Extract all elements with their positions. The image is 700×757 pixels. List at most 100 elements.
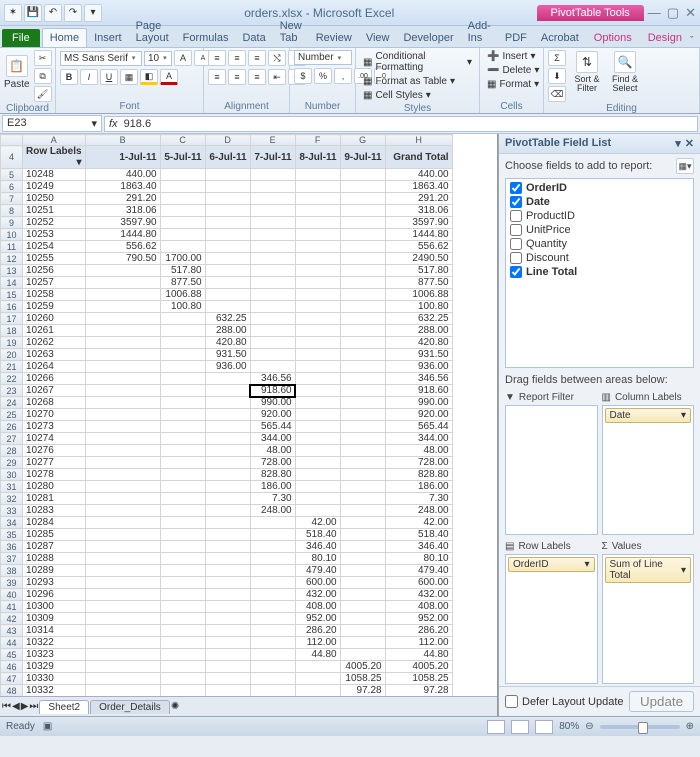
sheet-tab-active[interactable]: Sheet2 <box>39 700 89 714</box>
cell[interactable]: 936.00 <box>205 361 250 373</box>
cell[interactable] <box>160 505 205 517</box>
cell[interactable]: 728.00 <box>385 457 452 469</box>
cell[interactable]: 556.62 <box>85 241 160 253</box>
cell[interactable]: 517.80 <box>160 265 205 277</box>
row-header[interactable]: 11 <box>1 241 23 253</box>
row-header[interactable]: 8 <box>1 205 23 217</box>
cell[interactable]: 10280 <box>23 481 86 493</box>
minimize-button[interactable]: — <box>648 5 661 21</box>
cell[interactable]: 10289 <box>23 565 86 577</box>
cell[interactable] <box>250 637 295 649</box>
cell[interactable] <box>340 277 385 289</box>
cell[interactable] <box>205 289 250 301</box>
cell-styles-button[interactable]: ▦Cell Styles▾ <box>360 89 434 102</box>
cell[interactable]: 600.00 <box>385 577 452 589</box>
cell[interactable]: 420.80 <box>385 337 452 349</box>
cell[interactable] <box>295 181 340 193</box>
cell[interactable] <box>160 457 205 469</box>
cell[interactable] <box>85 517 160 529</box>
cell[interactable] <box>160 517 205 529</box>
percent-icon[interactable]: % <box>314 68 332 84</box>
cell[interactable]: 318.06 <box>85 205 160 217</box>
row-header[interactable]: 42 <box>1 613 23 625</box>
cell[interactable]: 10254 <box>23 241 86 253</box>
view-normal-icon[interactable] <box>487 720 505 734</box>
cell[interactable]: 344.00 <box>250 433 295 445</box>
cell[interactable] <box>205 205 250 217</box>
area-column-labels[interactable]: Date▾ <box>602 405 695 535</box>
cell[interactable] <box>340 517 385 529</box>
cell[interactable] <box>160 397 205 409</box>
cell[interactable]: 97.28 <box>340 685 385 697</box>
cell[interactable] <box>250 313 295 325</box>
cell[interactable]: 10252 <box>23 217 86 229</box>
cell[interactable] <box>250 265 295 277</box>
cell[interactable] <box>205 265 250 277</box>
cell[interactable]: 10268 <box>23 397 86 409</box>
row-header[interactable]: 10 <box>1 229 23 241</box>
align-right-icon[interactable]: ≡ <box>248 69 266 85</box>
cell[interactable] <box>295 205 340 217</box>
cell[interactable]: 931.50 <box>205 349 250 361</box>
update-button[interactable]: Update <box>629 691 694 712</box>
cell[interactable]: 10264 <box>23 361 86 373</box>
cell[interactable] <box>160 661 205 673</box>
row-header[interactable]: 32 <box>1 493 23 505</box>
cell[interactable] <box>205 181 250 193</box>
pivot-col-header[interactable]: Grand Total <box>385 146 452 169</box>
tab-design[interactable]: Design <box>640 29 690 47</box>
cell[interactable] <box>295 265 340 277</box>
field-checkbox[interactable] <box>510 252 522 264</box>
cell[interactable]: 952.00 <box>295 613 340 625</box>
col-header[interactable]: D <box>205 135 250 146</box>
cell[interactable] <box>160 577 205 589</box>
cell[interactable] <box>205 613 250 625</box>
cell[interactable] <box>85 337 160 349</box>
col-header[interactable]: G <box>340 135 385 146</box>
cell[interactable] <box>205 253 250 265</box>
cell[interactable] <box>340 577 385 589</box>
cell[interactable]: 318.06 <box>385 205 452 217</box>
cell[interactable] <box>340 373 385 385</box>
cell[interactable]: 291.20 <box>385 193 452 205</box>
fill-icon[interactable]: ⬇ <box>548 68 566 84</box>
cell[interactable]: 632.25 <box>205 313 250 325</box>
row-header[interactable]: 30 <box>1 469 23 481</box>
cell[interactable]: 100.80 <box>160 301 205 313</box>
cell[interactable]: 48.00 <box>250 445 295 457</box>
cell[interactable] <box>85 349 160 361</box>
cell[interactable] <box>340 565 385 577</box>
field-checkbox[interactable] <box>510 182 522 194</box>
col-header[interactable]: H <box>385 135 452 146</box>
cell[interactable] <box>85 277 160 289</box>
cell[interactable] <box>205 685 250 697</box>
cell[interactable] <box>160 685 205 697</box>
cell[interactable]: 936.00 <box>385 361 452 373</box>
cell[interactable] <box>340 337 385 349</box>
cell[interactable]: 1444.80 <box>385 229 452 241</box>
cut-icon[interactable]: ✂ <box>34 50 52 66</box>
cell[interactable] <box>340 625 385 637</box>
cell[interactable] <box>160 385 205 397</box>
cell[interactable] <box>295 217 340 229</box>
cell[interactable]: 112.00 <box>295 637 340 649</box>
cell[interactable] <box>160 589 205 601</box>
cell[interactable]: 10278 <box>23 469 86 481</box>
cell[interactable] <box>160 613 205 625</box>
minimize-ribbon-icon[interactable]: ˇ <box>690 35 694 47</box>
insert-cells-button[interactable]: ➕Insert▾ <box>484 50 539 63</box>
row-header[interactable]: 38 <box>1 565 23 577</box>
cell[interactable] <box>205 565 250 577</box>
cell[interactable] <box>250 685 295 697</box>
cell[interactable] <box>160 181 205 193</box>
cell[interactable]: 1006.88 <box>385 289 452 301</box>
save-icon[interactable]: 💾 <box>24 4 42 22</box>
orientation-icon[interactable]: ⤭ <box>268 50 286 66</box>
cell[interactable] <box>250 577 295 589</box>
cell[interactable]: 440.00 <box>385 169 452 181</box>
cell[interactable] <box>85 553 160 565</box>
cell[interactable]: 565.44 <box>385 421 452 433</box>
cell[interactable]: 10322 <box>23 637 86 649</box>
cell[interactable]: 100.80 <box>385 301 452 313</box>
cell[interactable] <box>250 517 295 529</box>
